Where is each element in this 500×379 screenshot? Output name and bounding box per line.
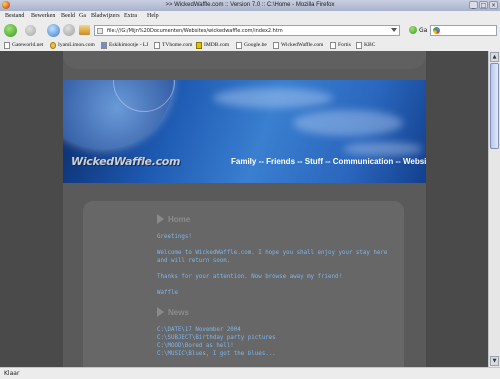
- news-line-date: C:\DATE\17 November 2004: [157, 327, 241, 333]
- vertical-scrollbar[interactable]: ▲ ▼: [488, 51, 500, 367]
- home-heading-text: Home: [168, 214, 191, 224]
- greeting-text: Greetings!: [157, 234, 192, 240]
- menu-help[interactable]: Help: [147, 11, 159, 22]
- navigation-toolbar: file:///G:/Mijn%20Documenten/Websites/wi…: [0, 22, 500, 40]
- news-heading-text: News: [168, 307, 189, 317]
- bookmark-label: IMDB.com: [204, 42, 230, 48]
- bookmark-fortis[interactable]: Fortis: [330, 39, 351, 51]
- stop-icon[interactable]: [63, 24, 75, 36]
- bookmark-page-icon: [356, 41, 362, 49]
- scroll-up-button[interactable]: ▲: [490, 52, 499, 62]
- page-viewport: WickedWaffle.com Family -- Friends -- St…: [0, 51, 488, 367]
- status-text: Klaar: [4, 370, 20, 377]
- menu-beeld[interactable]: Beeld: [61, 11, 75, 22]
- bookmark-page-icon: [154, 41, 160, 49]
- news-heading: News: [157, 307, 189, 317]
- reload-icon[interactable]: [47, 24, 60, 37]
- bookmark-page-icon: [330, 41, 336, 49]
- arrow-right-icon: [157, 307, 164, 317]
- menu-ga[interactable]: Ga: [79, 11, 86, 22]
- menu-bewerken[interactable]: Bewerken: [31, 11, 55, 22]
- forward-arrow-icon[interactable]: [25, 25, 36, 36]
- thanks-text: Thanks for your attention. Now browse aw…: [157, 274, 342, 280]
- bookmark-tvhome[interactable]: TVhome.com: [154, 39, 192, 51]
- site-logo-text: WickedWaffle.com: [71, 155, 181, 168]
- bookmark-label: Eskikimootje - LJ: [109, 42, 149, 48]
- address-bar[interactable]: file:///G:/Mijn%20Documenten/Websites/wi…: [94, 25, 400, 36]
- page-top-band: [63, 51, 426, 69]
- bookmark-pencil-icon: [101, 41, 107, 49]
- bookmark-kbc[interactable]: KBC: [356, 39, 375, 51]
- cloud-graphic: [213, 88, 333, 108]
- maximize-button[interactable]: □: [479, 1, 488, 9]
- bookmark-google[interactable]: Google.be: [236, 39, 267, 51]
- status-bar: Klaar: [0, 367, 500, 379]
- go-button[interactable]: Ga: [419, 25, 427, 36]
- scroll-down-button[interactable]: ▼: [490, 356, 499, 366]
- bookmark-label: WickedWaffle.com: [281, 42, 324, 48]
- welcome-text: Welcome to WickedWaffle.com. I hope you …: [157, 250, 388, 256]
- minimize-button[interactable]: _: [469, 1, 478, 9]
- window-title: >> WickedWaffle.com :: Version 7.0 :: C:…: [165, 2, 335, 8]
- arrow-right-icon: [157, 214, 164, 224]
- menu-extra[interactable]: Extra: [124, 11, 137, 22]
- home-icon[interactable]: [79, 25, 90, 35]
- bookmark-iyamlimon[interactable]: IyamLimon.com: [50, 39, 95, 51]
- bookmark-label: KBC: [364, 42, 376, 48]
- history-dropdown-icon[interactable]: [391, 28, 397, 32]
- cloud-graphic: [293, 110, 403, 136]
- imdb-icon: [196, 41, 202, 49]
- bookmark-label: IyamLimon.com: [58, 42, 95, 48]
- close-button[interactable]: ×: [489, 1, 498, 9]
- bookmark-star-icon: [50, 41, 56, 49]
- bookmark-eskikimootje[interactable]: Eskikimootje - LJ: [101, 39, 148, 51]
- news-line-subject: C:\SUBJECT\Birthday party pictures: [157, 335, 276, 341]
- welcome-text-2: and will return soon.: [157, 258, 231, 264]
- home-heading: Home: [157, 214, 190, 224]
- bookmark-label: TVhome.com: [162, 42, 193, 48]
- bookmark-label: Gateworld.net: [12, 42, 44, 48]
- bookmark-gateworld[interactable]: Gateworld.net: [4, 39, 43, 51]
- bookmark-page-icon: [236, 41, 242, 49]
- page-icon: [97, 28, 103, 34]
- bookmark-label: Google.be: [244, 42, 267, 48]
- bookmark-label: Fortis: [338, 42, 351, 48]
- news-line-music: C:\MUSIC\Blues, I got the blues...: [157, 351, 276, 357]
- bookmark-wickedwaffle[interactable]: WickedWaffle.com: [273, 39, 323, 51]
- site-tagline: Family -- Friends -- Stuff -- Communicat…: [231, 157, 426, 166]
- news-line-mood: C:\MOOD\Bored as hell!: [157, 343, 234, 349]
- title-bar: >> WickedWaffle.com :: Version 7.0 :: C:…: [0, 0, 500, 11]
- back-arrow-icon[interactable]: [4, 24, 17, 37]
- google-icon: [433, 27, 440, 34]
- cloud-graphic: [343, 142, 423, 156]
- menu-bestand[interactable]: Bestand: [5, 11, 24, 22]
- bookmark-imdb[interactable]: IMDB.com: [196, 39, 229, 51]
- address-value: file:///G:/Mijn%20Documenten/Websites/wi…: [107, 28, 283, 34]
- search-input[interactable]: [430, 25, 497, 36]
- go-icon[interactable]: [409, 26, 417, 34]
- signoff-text: Waffle: [157, 290, 178, 296]
- scroll-thumb[interactable]: [490, 63, 499, 149]
- menu-bladwijzers[interactable]: Bladwijzers: [91, 11, 120, 22]
- bookmark-page-icon: [273, 41, 279, 49]
- site-banner: WickedWaffle.com Family -- Friends -- St…: [63, 80, 426, 183]
- bookmark-page-icon: [4, 41, 10, 49]
